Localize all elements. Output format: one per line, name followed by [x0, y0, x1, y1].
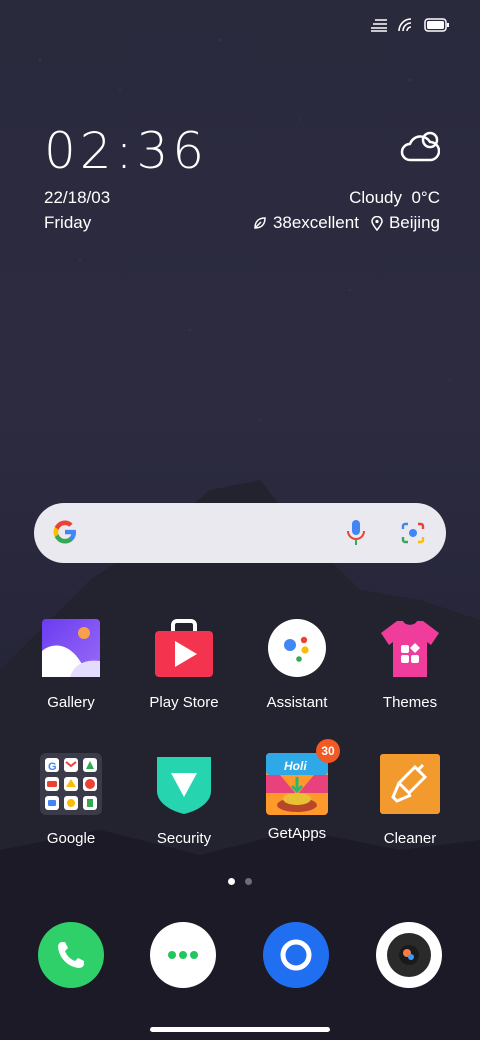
svg-text:Holi: Holi [284, 759, 307, 773]
weather-condition: Cloudy [349, 188, 403, 207]
svg-text:G: G [48, 761, 57, 773]
app-label: Themes [382, 694, 438, 711]
page-dot[interactable] [245, 878, 252, 885]
app-getapps[interactable]: Holi 30 GetApps [241, 739, 353, 842]
dock-messaging[interactable] [150, 922, 216, 988]
messaging-icon [168, 951, 198, 959]
app-google-folder[interactable]: G Google [15, 753, 127, 847]
security-icon [157, 757, 211, 814]
notification-badge: 30 [316, 739, 340, 763]
dock-browser[interactable] [263, 922, 329, 988]
google-folder-icon: G [40, 753, 102, 815]
app-label: Assistant [266, 694, 328, 711]
microphone-icon[interactable] [346, 519, 366, 547]
gallery-icon [42, 619, 100, 677]
app-assistant[interactable]: Assistant [241, 617, 353, 711]
aqi-text: 38excellent [272, 213, 359, 232]
wifi-icon [398, 18, 412, 32]
weather-temperature: 0°C [411, 188, 440, 207]
clock-time[interactable]: 02:36 [44, 122, 208, 180]
themes-icon [381, 621, 439, 677]
air-quality-location[interactable]: 38excellent Beijing [253, 213, 440, 233]
weather-summary[interactable]: Cloudy 0°C [349, 188, 440, 208]
app-themes[interactable]: Themes [354, 617, 466, 711]
phone-icon [58, 942, 84, 968]
assistant-icon [268, 619, 326, 677]
dock-camera[interactable] [376, 922, 442, 988]
app-label: GetApps [267, 825, 327, 842]
page-indicator [0, 878, 480, 885]
lens-camera-icon[interactable] [400, 521, 426, 545]
leaf-icon [254, 217, 266, 229]
cloud-icon[interactable] [400, 130, 440, 164]
google-logo-icon [53, 520, 76, 544]
app-cleaner[interactable]: Cleaner [354, 753, 466, 847]
app-label: Gallery [47, 694, 95, 711]
play-store-icon [155, 619, 213, 677]
app-label: Cleaner [383, 830, 437, 847]
clock-day: Friday [44, 213, 92, 232]
getapps-icon-wrap: Holi 30 [266, 739, 340, 815]
home-indicator[interactable] [150, 1027, 330, 1032]
battery-icon [424, 18, 449, 32]
location-text: Beijing [388, 213, 440, 232]
status-bar [370, 18, 450, 32]
camera-icon [387, 933, 431, 977]
app-label: Google [46, 830, 96, 847]
browser-icon [280, 939, 312, 971]
signal-icon [371, 19, 387, 32]
app-gallery[interactable]: Gallery [15, 617, 127, 711]
google-search-bar[interactable] [34, 503, 446, 563]
page-dot-active[interactable] [228, 878, 235, 885]
dock-phone[interactable] [38, 922, 104, 988]
getapps-icon: Holi [266, 753, 328, 815]
cleaner-icon [380, 754, 440, 814]
app-label: Security [156, 830, 212, 847]
location-pin-icon [371, 215, 383, 231]
app-play-store[interactable]: Play Store [128, 617, 240, 711]
app-label: Play Store [149, 694, 219, 711]
clock-date: 22/18/03 [44, 188, 111, 207]
app-security[interactable]: Security [128, 753, 240, 847]
